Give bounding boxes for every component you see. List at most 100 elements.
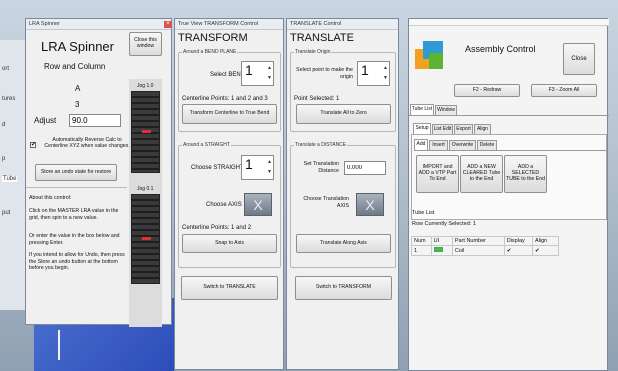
select-bend-label: Select BEND bbox=[210, 72, 246, 78]
translate-titlebar: TRANSLATE Control bbox=[287, 19, 398, 30]
row-display-checkbox[interactable]: ✔ bbox=[503, 245, 534, 256]
about-paragraph-1: Click on the MASTER LRA value in the gri… bbox=[29, 208, 119, 221]
column-header-align[interactable]: Align bbox=[532, 236, 559, 246]
tube-color-icon bbox=[433, 247, 443, 252]
centerline-points-1: Centerline Points: 1 and 2 and 3 bbox=[182, 96, 268, 102]
row-part[interactable]: Coil bbox=[451, 245, 505, 256]
about-paragraph-2: Or enter the value in the box below and … bbox=[29, 233, 120, 246]
straight-value: 1 bbox=[245, 156, 253, 172]
zoom-all-button[interactable]: F3 - Zoom All bbox=[531, 84, 597, 97]
set-distance-label: Set Translation Distance bbox=[303, 161, 339, 174]
spin-up-icon[interactable]: ▲ bbox=[267, 159, 272, 165]
left-tab-3[interactable]: d bbox=[2, 122, 5, 128]
jog2-label: Jog 0.1 bbox=[137, 186, 154, 192]
translate-origin-group: Translate Origin Select point to make th… bbox=[290, 49, 396, 132]
transform-titlebar: True View TRANSFORM Control bbox=[175, 19, 283, 30]
assembly-close-button[interactable]: Close bbox=[563, 43, 595, 75]
addtab-add[interactable]: Add bbox=[414, 139, 428, 150]
viewport-tube-line bbox=[58, 330, 60, 360]
close-window-button[interactable]: Close this window bbox=[129, 32, 162, 56]
switch-to-transform-button[interactable]: Switch to TRANSFORM bbox=[295, 276, 392, 300]
lra-close-icon[interactable]: × bbox=[164, 21, 172, 28]
column-header-ui[interactable]: UI bbox=[430, 236, 453, 246]
addtab-delete[interactable]: Delete bbox=[477, 140, 497, 150]
lra-spinner-window: LRA Spinner × LRA Spinner Row and Column… bbox=[25, 18, 172, 327]
lra-subheading: Row and Column bbox=[44, 62, 106, 71]
spin-up-icon[interactable]: ▲ bbox=[383, 65, 388, 71]
column-header-display[interactable]: Display bbox=[503, 236, 534, 246]
straight-group: Around a STRAIGHT Choose STRAIGHT 1 ▲ ▼ Ch… bbox=[178, 142, 281, 268]
about-paragraph-3: If you intend to allow for Undo, then pr… bbox=[29, 252, 125, 271]
lra-adjust-input[interactable] bbox=[69, 114, 121, 127]
add-new-tube-button[interactable]: ADD a NEW CLEARED Tube to the End bbox=[460, 155, 503, 193]
subtab-align[interactable]: Align bbox=[474, 124, 491, 134]
lra-titlebar: LRA Spinner bbox=[26, 19, 171, 30]
axis-selector[interactable]: X bbox=[244, 193, 272, 216]
row-ui[interactable] bbox=[430, 245, 453, 256]
distance-input[interactable] bbox=[344, 161, 386, 175]
lra-col-value: 3 bbox=[75, 100, 80, 109]
addtab-overwrite[interactable]: Overwrite bbox=[449, 140, 476, 150]
translate-zero-button[interactable]: Translate All to Zero bbox=[296, 104, 391, 124]
lra-title: LRA Spinner bbox=[29, 21, 60, 27]
choose-axis-label: Choose AXIS bbox=[206, 202, 242, 208]
select-point-label: Select point to make the origin bbox=[296, 67, 353, 80]
setup-panel: Add Insert Overwrite Delete IMPORT and A… bbox=[411, 134, 607, 220]
addtab-insert[interactable]: Insert bbox=[429, 140, 448, 150]
redraw-button[interactable]: F2 - Redraw bbox=[454, 84, 520, 97]
import-vtp-button[interactable]: IMPORT and ADD a VTP Part To End bbox=[416, 155, 459, 193]
straight-spinner[interactable]: 1 ▲ ▼ bbox=[241, 155, 274, 180]
bend-spinner[interactable]: 1 ▲ ▼ bbox=[241, 61, 274, 86]
tab-divider bbox=[409, 115, 609, 116]
left-tab-4[interactable]: p bbox=[2, 156, 5, 162]
row-num[interactable]: 1 bbox=[411, 245, 432, 256]
assembly-title: Assembly Control bbox=[465, 44, 536, 54]
jog1-wheel[interactable] bbox=[131, 91, 160, 173]
column-header-num[interactable]: Num bbox=[411, 236, 432, 246]
spin-up-icon[interactable]: ▲ bbox=[267, 65, 272, 71]
centerline-points-2: Centerline Points: 1 and 2 bbox=[182, 225, 252, 231]
point-spinner[interactable]: 1 ▲ ▼ bbox=[357, 61, 390, 86]
add-selected-tube-button[interactable]: ADD a SELECTED TUBE to the End bbox=[504, 155, 547, 193]
left-tab-1[interactable]: ort bbox=[2, 66, 9, 72]
transform-true-bend-button[interactable]: Transform Centerline to True Bend bbox=[182, 104, 277, 124]
jog2-wheel[interactable] bbox=[131, 194, 160, 284]
choose-translation-axis-label: Choose Translation AXIS bbox=[303, 196, 349, 209]
choose-straight-label: Choose STRAIGHT bbox=[191, 165, 244, 171]
snap-axis-button[interactable]: Snap to Axis bbox=[182, 234, 277, 253]
bend-plane-group: Around a BEND PLANE Select BEND 1 ▲ ▼ Cent… bbox=[178, 49, 281, 132]
subtab-setup[interactable]: Setup bbox=[413, 123, 431, 134]
lra-divider bbox=[26, 187, 127, 188]
about-title: About this control: bbox=[29, 195, 72, 201]
subtab-export[interactable]: Export bbox=[454, 124, 473, 134]
spin-down-icon[interactable]: ▼ bbox=[267, 75, 272, 81]
translation-axis-selector[interactable]: X bbox=[356, 193, 384, 216]
table-row[interactable]: 1 Coil ✔ ✔ bbox=[411, 245, 559, 256]
jog1-label: Jog 1.0 bbox=[137, 83, 154, 89]
tab-window[interactable]: Window bbox=[435, 105, 457, 115]
store-undo-button[interactable]: Store an undo state for restore bbox=[35, 164, 117, 181]
left-tab-2[interactable]: tures bbox=[2, 96, 15, 102]
spin-down-icon[interactable]: ▼ bbox=[267, 169, 272, 175]
lra-heading: LRA Spinner bbox=[41, 39, 114, 54]
spin-down-icon[interactable]: ▼ bbox=[383, 75, 388, 81]
auto-reverse-checkbox[interactable]: ✔ bbox=[30, 142, 36, 148]
translate-distance-label: Translate a DISTANCE bbox=[294, 142, 348, 148]
subtab-list-edit[interactable]: List Edit bbox=[432, 124, 453, 134]
assembly-control-window: Assembly Control Close F2 - Redraw F3 - … bbox=[408, 18, 609, 371]
translate-along-axis-button[interactable]: Translate Along Axis bbox=[296, 234, 391, 253]
left-tab-5[interactable]: Tube bbox=[2, 176, 18, 182]
addtab-divider bbox=[414, 150, 606, 151]
transform-heading: TRANSFORM bbox=[178, 32, 248, 44]
column-header-part[interactable]: Part Number bbox=[451, 236, 505, 246]
tube-list-label: Tube List bbox=[412, 210, 435, 216]
left-tab-6[interactable]: put bbox=[2, 210, 10, 216]
tube-list-table: Num UI Part Number Display Align 1 Coil … bbox=[411, 236, 559, 256]
switch-to-translate-button[interactable]: Switch to TRANSLATE bbox=[181, 276, 278, 300]
tab-tube-list[interactable]: Tube List bbox=[410, 104, 434, 115]
row-selected-label: Row Currently Selected: 1 bbox=[412, 221, 476, 227]
point-value: 1 bbox=[361, 62, 369, 78]
bend-value: 1 bbox=[245, 62, 253, 78]
row-align-checkbox[interactable]: ✔ bbox=[532, 245, 559, 256]
lra-adjust-label: Adjust bbox=[34, 116, 57, 125]
